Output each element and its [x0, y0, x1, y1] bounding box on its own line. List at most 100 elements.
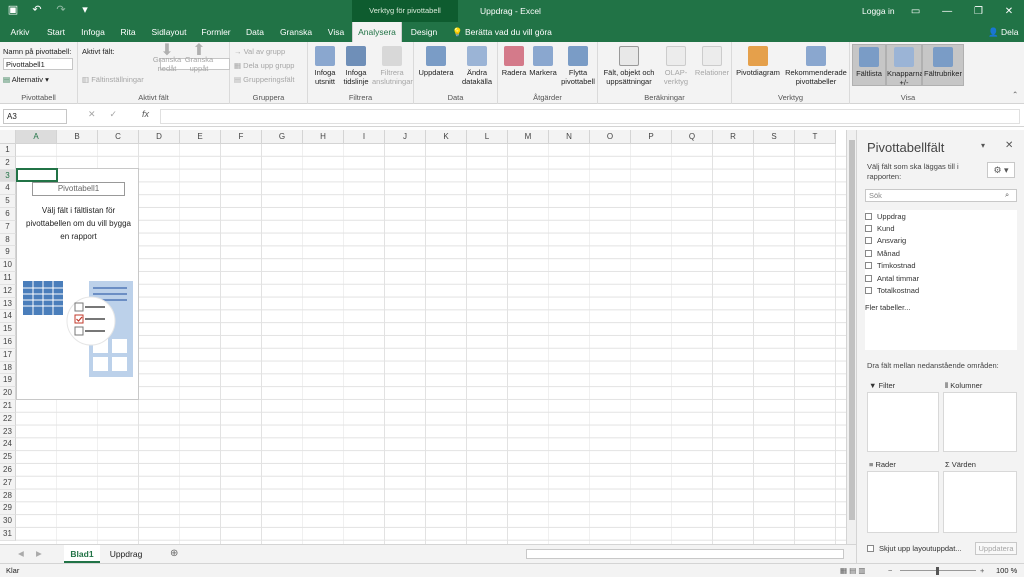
next-sheet-icon[interactable]: ▶: [36, 549, 42, 558]
column-header[interactable]: D: [139, 130, 180, 144]
field-settings-button[interactable]: ▥ Fältinställningar: [82, 75, 144, 84]
tab-design[interactable]: Design: [406, 22, 442, 42]
field-item[interactable]: Månad: [865, 247, 1017, 259]
field-checkbox[interactable]: [865, 274, 872, 282]
column-header[interactable]: K: [426, 130, 467, 144]
field-checkbox[interactable]: [865, 262, 872, 270]
row-header[interactable]: 6: [0, 207, 16, 221]
collapse-ribbon-icon[interactable]: ⌃: [1012, 90, 1018, 99]
column-header[interactable]: H: [303, 130, 344, 144]
close-icon[interactable]: ✕: [1005, 6, 1013, 17]
column-header[interactable]: I: [344, 130, 385, 144]
row-header[interactable]: 13: [0, 297, 16, 311]
prev-sheet-icon[interactable]: ◀: [18, 549, 24, 558]
row-header[interactable]: 25: [0, 451, 16, 464]
column-header[interactable]: C: [98, 130, 139, 144]
field-checkbox[interactable]: [865, 249, 872, 257]
column-header[interactable]: O: [590, 130, 631, 144]
horizontal-scrollbar[interactable]: [526, 549, 844, 559]
defer-update-checkbox[interactable]: [867, 545, 874, 552]
row-header[interactable]: 17: [0, 348, 16, 362]
row-header[interactable]: 14: [0, 310, 16, 324]
recommended-pivots-button[interactable]: Rekommenderade pivottabeller: [784, 46, 848, 86]
zoom-level[interactable]: 100 %: [996, 564, 1017, 577]
rows-drop-area[interactable]: [867, 471, 939, 533]
row-header[interactable]: 18: [0, 361, 16, 375]
clear-button[interactable]: Radera: [500, 46, 528, 77]
worksheet-grid[interactable]: A B C D E F G H I J K L M N O P Q R S T …: [0, 130, 846, 544]
row-header[interactable]: 11: [0, 271, 16, 285]
zoom-in-icon[interactable]: +: [980, 564, 984, 577]
column-header[interactable]: R: [713, 130, 754, 144]
row-header[interactable]: 2: [0, 156, 16, 170]
row-header[interactable]: 22: [0, 412, 16, 426]
drill-down-button[interactable]: ⬇ Granska nedåt: [152, 43, 182, 74]
select-button[interactable]: Markera: [528, 46, 558, 77]
filter-drop-area[interactable]: [867, 392, 939, 452]
olap-tools-button[interactable]: OLAP-verktyg: [660, 46, 692, 86]
normal-view-icon[interactable]: ▦: [840, 566, 847, 575]
page-break-icon[interactable]: ▥: [858, 566, 865, 575]
tab-rita[interactable]: Rita: [114, 22, 142, 42]
column-header[interactable]: F: [221, 130, 262, 144]
active-cell-a3[interactable]: [16, 168, 58, 182]
row-header[interactable]: 24: [0, 438, 16, 452]
row-header[interactable]: 8: [0, 233, 16, 247]
zoom-out-icon[interactable]: −: [888, 564, 892, 577]
enter-icon[interactable]: ✓: [110, 109, 118, 120]
field-item[interactable]: Totalkostnad: [865, 284, 1017, 296]
save-icon[interactable]: ▣: [6, 3, 20, 17]
vertical-scroll-thumb[interactable]: [849, 140, 855, 520]
relationships-button[interactable]: Relationer: [694, 46, 730, 77]
field-item[interactable]: Ansvarig: [865, 235, 1017, 247]
drill-up-button[interactable]: ⬆ Granska uppåt: [184, 43, 214, 74]
undo-icon[interactable]: ↶: [30, 3, 44, 17]
row-header[interactable]: 10: [0, 259, 16, 272]
cancel-icon[interactable]: ✕: [88, 109, 96, 120]
row-header[interactable]: 4: [0, 182, 16, 196]
row-header[interactable]: 28: [0, 489, 16, 503]
pane-close-icon[interactable]: ✕: [1005, 140, 1013, 151]
formula-input[interactable]: [160, 109, 1020, 124]
field-item[interactable]: Antal timmar: [865, 272, 1017, 284]
page-layout-icon[interactable]: ▤: [849, 566, 856, 575]
column-header[interactable]: G: [262, 130, 303, 144]
insert-timeline-button[interactable]: Infoga tidslinje: [340, 46, 372, 86]
fields-items-sets-button[interactable]: Fält, objekt och uppsättningar: [600, 46, 658, 86]
columns-drop-area[interactable]: [943, 392, 1017, 452]
maximize-icon[interactable]: ❐: [974, 6, 983, 17]
row-header[interactable]: 9: [0, 246, 16, 260]
plus-minus-buttons-toggle[interactable]: Knapparna +/-: [886, 44, 924, 87]
pivot-name-input[interactable]: Pivottabell1: [3, 58, 73, 70]
row-header[interactable]: 7: [0, 220, 16, 234]
ungroup-button[interactable]: ▦ Dela upp grupp: [234, 61, 294, 70]
field-checkbox[interactable]: [865, 212, 872, 220]
column-header[interactable]: M: [508, 130, 549, 144]
field-search-input[interactable]: Sök: [865, 189, 1017, 202]
sheet-tab-blad1[interactable]: Blad1: [64, 545, 100, 563]
tab-start[interactable]: Start: [40, 22, 72, 42]
redo-icon[interactable]: ↷: [54, 3, 68, 17]
vertical-scrollbar[interactable]: [846, 130, 856, 544]
refresh-button[interactable]: Uppdatera: [416, 46, 456, 77]
defer-update-option[interactable]: Skjut upp layoutuppdat...: [867, 544, 962, 553]
field-checkbox[interactable]: [865, 225, 872, 233]
name-box[interactable]: A3: [3, 109, 67, 124]
pane-tools-button[interactable]: ⚙ ▾: [987, 162, 1015, 178]
ribbon-display-icon[interactable]: ▭: [911, 6, 920, 17]
more-tables-link[interactable]: Fler tabeller...: [865, 303, 1017, 312]
group-selection-button[interactable]: → Val av grupp: [234, 47, 285, 56]
row-header[interactable]: 29: [0, 502, 16, 516]
column-header[interactable]: A: [16, 130, 57, 144]
row-header[interactable]: 30: [0, 515, 16, 528]
field-headers-toggle[interactable]: Fältrubriker: [922, 44, 964, 86]
zoom-slider-thumb[interactable]: [936, 567, 939, 575]
field-list-button[interactable]: Fältlista: [852, 44, 886, 86]
pivotchart-button[interactable]: Pivotdiagram: [734, 46, 782, 77]
insert-slicer-button[interactable]: Infoga utsnitt: [310, 46, 340, 86]
tab-sidlayout[interactable]: Sidlayout: [146, 22, 192, 42]
row-header[interactable]: 27: [0, 476, 16, 490]
tab-analysera[interactable]: Analysera: [352, 22, 402, 42]
row-header[interactable]: 31: [0, 527, 16, 541]
login-link[interactable]: Logga in: [862, 0, 895, 22]
